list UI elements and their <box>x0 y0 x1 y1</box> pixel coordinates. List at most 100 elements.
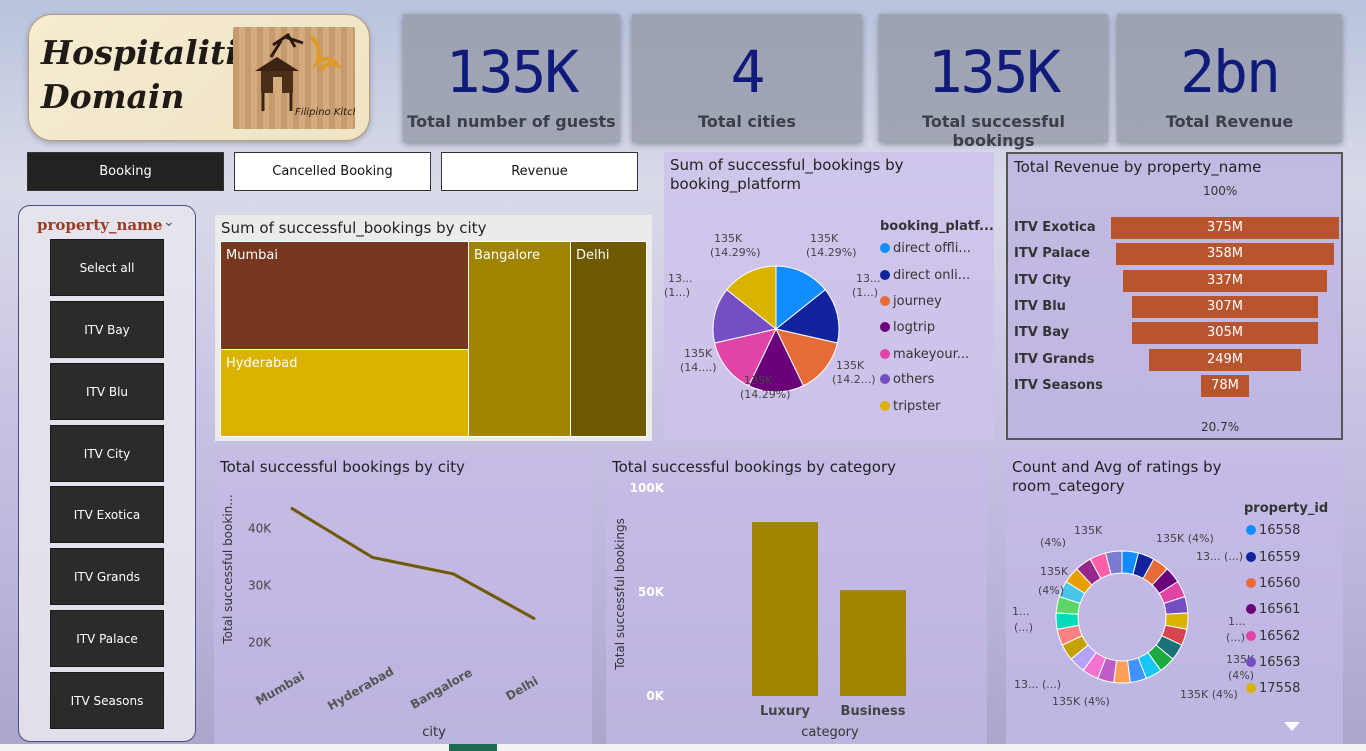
legend-dot <box>1246 525 1256 535</box>
treemap-cell-mumbai[interactable]: Mumbai <box>220 241 469 350</box>
kpi-label: Total cities <box>698 112 796 131</box>
bar-chart-svg[interactable]: 100K50K0KLuxury BusinesscategoryTotal suc… <box>606 454 987 744</box>
donut-data-label: 135K <box>1074 524 1103 537</box>
treemap-cell-hyderabad[interactable]: Hyderabad <box>220 349 469 437</box>
legend-label: direct offli... <box>893 241 971 256</box>
legend-item-others[interactable]: others <box>880 372 934 387</box>
legend-label: logtrip <box>893 320 936 335</box>
kpi-total-successful-bookings: 135K Total successful bookings <box>879 14 1108 150</box>
legend-label: 17558 <box>1259 681 1301 696</box>
funnel-bar[interactable]: 307M <box>1131 295 1319 318</box>
active-page-tab[interactable] <box>449 744 497 751</box>
treemap-cell-delhi[interactable]: Delhi <box>570 241 647 437</box>
funnel-bar[interactable]: 249M <box>1149 348 1301 371</box>
donut-ratings-by-room-category[interactable]: Count and Avg of ratings by room_categor… <box>1006 454 1343 744</box>
treemap-cell-bangalore[interactable]: Bangalore <box>468 241 571 437</box>
funnel-category-label: ITV Blu <box>1014 298 1066 314</box>
x-axis-title: city <box>422 725 446 740</box>
pie-data-label: (14.2...) <box>832 373 876 386</box>
legend-dot <box>1246 578 1256 588</box>
donut-data-label: (...) <box>1226 631 1245 644</box>
legend-label: 16563 <box>1259 655 1301 670</box>
line-chart-svg[interactable]: 40K 30K 20K Mumbai Hyderabad Bangalore Delhi ci… <box>214 454 592 744</box>
hut-palm-logo-icon: Filipino Kitchen <box>255 32 371 118</box>
slicer-item-itv-bay[interactable]: ITV Bay <box>50 301 164 358</box>
donut-legend-title: property_id <box>1244 501 1329 516</box>
pie-data-label: (1...) <box>664 286 690 299</box>
donut-data-label: (...) <box>1014 621 1033 634</box>
donut-data-label: 135K (4%) <box>1156 532 1214 545</box>
legend-item-16563[interactable]: 16563 <box>1246 655 1300 670</box>
pie-bookings-by-platform[interactable]: Sum of successful_bookings by booking_pl… <box>664 152 994 440</box>
donut-data-label: 135K (4%) <box>1180 688 1238 701</box>
legend-item-16561[interactable]: 16561 <box>1246 602 1300 617</box>
funnel-bar[interactable]: 305M <box>1132 322 1318 345</box>
bar-bookings-by-category[interactable]: Total successful bookings by category 10… <box>606 454 987 744</box>
legend-item-direct-online[interactable]: direct onli... <box>880 268 970 283</box>
legend-item-17558[interactable]: 17558 <box>1246 681 1300 696</box>
slicer-item-select-all[interactable]: Select all <box>50 239 164 296</box>
pie-data-label: 135K <box>836 359 865 372</box>
legend-item-tripster[interactable]: tripster <box>880 399 941 414</box>
x-axis-title: category <box>801 725 859 740</box>
y-tick-label: 20K <box>248 636 272 650</box>
booking-page-button[interactable]: Booking <box>27 152 224 191</box>
x-tick-label: Delhi <box>503 674 540 704</box>
slicer-item-itv-grands[interactable]: ITV Grands <box>50 548 164 605</box>
y-tick-label: 50K <box>638 585 665 599</box>
slicer-item-itv-blu[interactable]: ITV Blu <box>50 363 164 420</box>
slicer-item-itv-palace[interactable]: ITV Palace <box>50 610 164 667</box>
treemap-bookings-by-city[interactable]: Sum of successful_bookings by city Mumba… <box>215 215 652 441</box>
slicer-item-itv-city[interactable]: ITV City <box>50 425 164 482</box>
x-tick-label: Mumbai <box>253 669 307 708</box>
legend-dot <box>880 374 890 384</box>
legend-label: 16558 <box>1259 523 1301 538</box>
funnel-bar[interactable]: 375M <box>1111 217 1339 239</box>
chevron-down-icon[interactable]: ⌄ <box>163 214 175 230</box>
scroll-down-icon[interactable] <box>1284 722 1300 731</box>
kpi-label: Total Revenue <box>1165 112 1294 131</box>
title-card: Hospitaliti Domain Filipino Kitchen <box>28 14 371 141</box>
funnel-category-label: ITV Exotica <box>1014 220 1096 235</box>
logo-text: Filipino Kitchen <box>295 107 355 118</box>
kpi-value: 135K <box>927 38 1062 106</box>
legend-item-logtrip[interactable]: logtrip <box>880 320 935 335</box>
legend-dot <box>1246 604 1256 614</box>
donut-chart-svg[interactable]: 135K (4%) 135K (4%) 13... (...) 135K (4%) 1...… <box>1006 454 1343 744</box>
pie-chart-svg[interactable]: 135K(14.29%)13...(1...)135K(14.2...)135K… <box>664 152 994 440</box>
legend-item-16559[interactable]: 16559 <box>1246 550 1300 565</box>
kpi-label: Total number of guests <box>407 112 616 131</box>
page-title: Hospitaliti Domain <box>41 31 238 119</box>
legend-dot <box>1246 552 1256 562</box>
legend-dot <box>880 401 890 411</box>
kpi-total-guests: 135K Total number of guests <box>403 14 620 142</box>
legend-label: 16560 <box>1259 576 1301 591</box>
y-tick-label: 30K <box>248 578 272 592</box>
donut-data-label: 13... (...) <box>1014 678 1061 691</box>
legend-item-journey[interactable]: journey <box>880 294 942 309</box>
funnel-bar[interactable]: 337M <box>1122 269 1328 292</box>
category-bar <box>752 522 818 696</box>
donut-data-label: (4%) <box>1040 536 1066 549</box>
legend-dot <box>1246 631 1256 641</box>
funnel-bar[interactable]: 358M <box>1116 243 1334 266</box>
revenue-page-button[interactable]: Revenue <box>441 152 638 191</box>
legend-item-makeyour[interactable]: makeyour... <box>880 347 969 362</box>
line-bookings-by-city[interactable]: Total successful bookings by city 40K 30K… <box>214 454 592 744</box>
slicer-item-itv-exotica[interactable]: ITV Exotica <box>50 486 164 543</box>
cancelled-booking-page-button[interactable]: Cancelled Booking <box>234 152 431 191</box>
page-tab-strip <box>0 744 1366 751</box>
funnel-bar[interactable]: 78M <box>1201 374 1249 397</box>
legend-item-16562[interactable]: 16562 <box>1246 629 1300 644</box>
funnel-revenue-by-property[interactable]: Total Revenue by property_name 100% ITV … <box>1006 152 1343 440</box>
legend-item-16558[interactable]: 16558 <box>1246 523 1300 538</box>
property-name-slicer: property_name ⌄ Select all ITV Bay ITV B… <box>18 205 196 742</box>
legend-label: direct onli... <box>893 268 971 283</box>
slicer-item-itv-seasons[interactable]: ITV Seasons <box>50 672 164 729</box>
kitchen-logo-image: Filipino Kitchen <box>233 27 371 129</box>
legend-item-direct-offline[interactable]: direct offli... <box>880 241 971 256</box>
slicer-title: property_name <box>37 216 163 234</box>
legend-item-16560[interactable]: 16560 <box>1246 576 1300 591</box>
pie-data-label: (14.29%) <box>806 246 857 259</box>
kpi-value: 4 <box>730 38 766 106</box>
